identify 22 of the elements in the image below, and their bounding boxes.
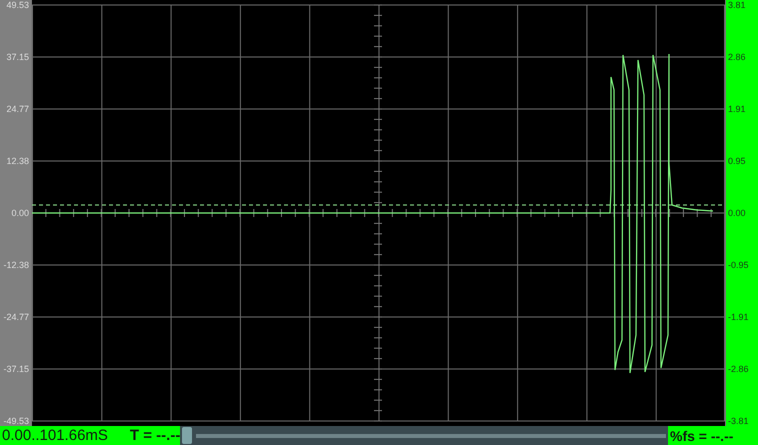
axis-label: 0.00 bbox=[11, 208, 29, 218]
axis-label: 24.77 bbox=[6, 104, 29, 114]
axis-label: -2.86 bbox=[728, 364, 749, 374]
axis-label: 0.95 bbox=[728, 156, 746, 166]
axis-label: 2.86 bbox=[728, 52, 746, 62]
axis-label: 1.91 bbox=[728, 104, 746, 114]
axis-label: -49.53 bbox=[3, 416, 29, 426]
axis-label: 3.81 bbox=[728, 0, 746, 10]
axis-label: -37.15 bbox=[3, 364, 29, 374]
axis-label: 49.53 bbox=[6, 0, 29, 10]
percent-fs-readout: %fs = --.-- bbox=[670, 428, 734, 444]
axis-label: 0.00 bbox=[728, 208, 746, 218]
period-readout: T = --.-- bbox=[130, 427, 180, 444]
axis-label: -12.38 bbox=[3, 260, 29, 270]
scrollbar[interactable] bbox=[180, 426, 668, 445]
time-range: 0.00..101.66mS bbox=[2, 427, 108, 444]
axis-label: -3.81 bbox=[728, 416, 749, 426]
axis-label: 12.38 bbox=[6, 156, 29, 166]
axis-label: 37.15 bbox=[6, 52, 29, 62]
axis-label: -0.95 bbox=[728, 260, 749, 270]
axis-label: -24.77 bbox=[3, 312, 29, 322]
axis-label: -1.91 bbox=[728, 312, 749, 322]
